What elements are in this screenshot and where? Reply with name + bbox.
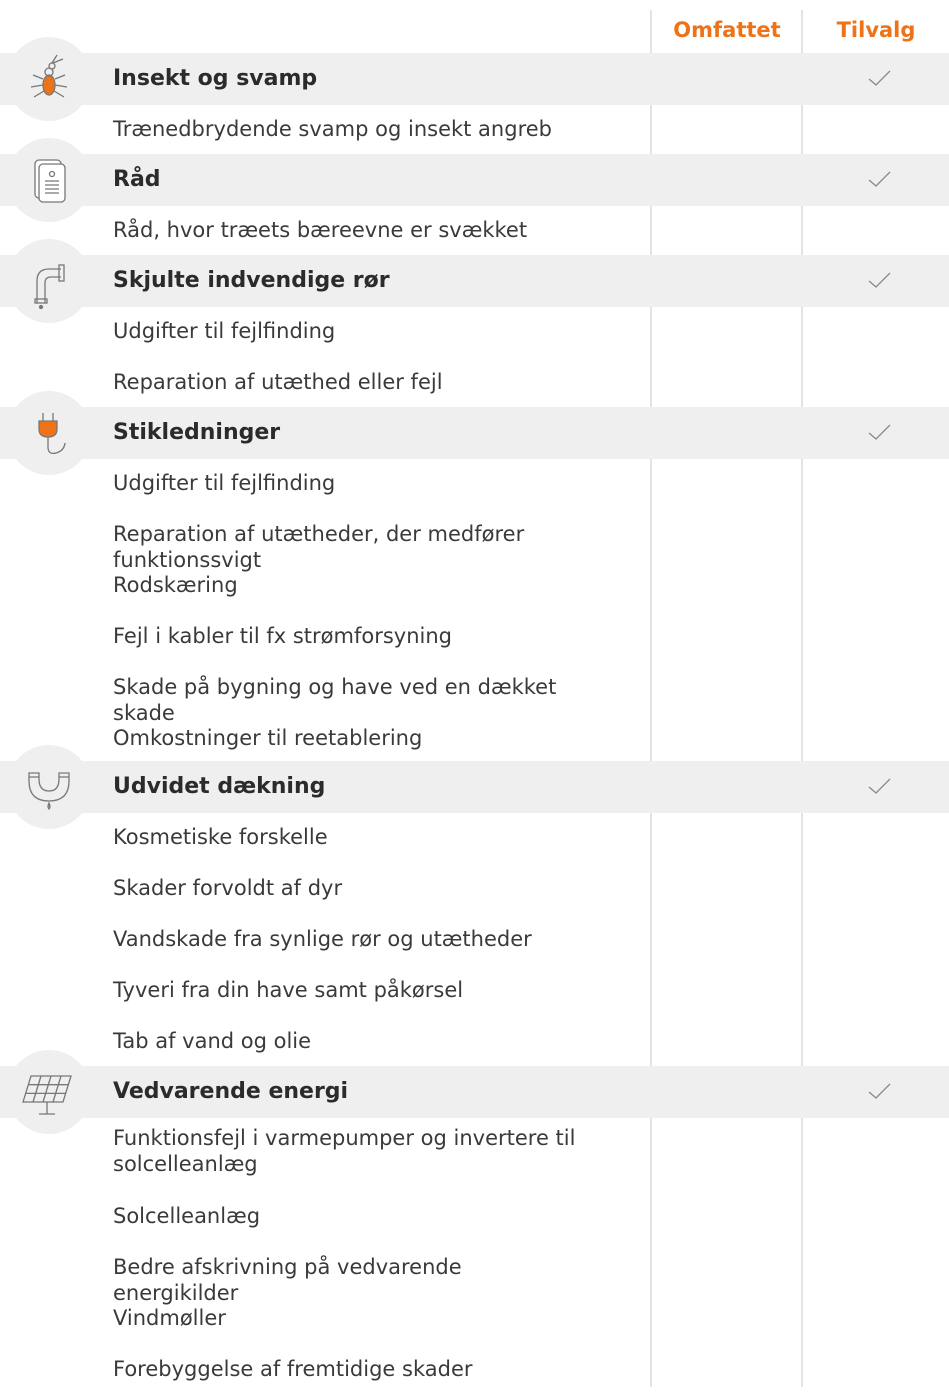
coverage-item-label: Vandskade fra synlige rør og utætheder [113, 927, 532, 951]
coverage-item-label: Tyveri fra din have samt påkørsel [113, 978, 464, 1002]
coverage-item-label: Udgifter til fejlfinding [113, 471, 336, 495]
coverage-item-label: Omkostninger til reetablering [113, 726, 423, 750]
optional-checkmark-icon [868, 424, 891, 440]
coverage-item-label: Rodskæring [113, 573, 238, 597]
optional-checkmark-icon [868, 70, 891, 86]
coverage-item-row: Funktionsfejl i varmepumper og invertere… [0, 1117, 949, 1189]
category-title: Skjulte indvendige rør [113, 268, 390, 293]
category-row: Insekt og svamp [0, 53, 949, 105]
category-title: Vedvarende energi [113, 1079, 349, 1104]
coverage-item-label: Trænedbrydende svamp og insekt angreb [113, 117, 552, 141]
coverage-item-row: Udgifter til fejlfinding [0, 458, 949, 508]
coverage-item-row: Omkostninger til reetablering [0, 713, 949, 763]
category-row: Skjulte indvendige rør [0, 255, 949, 307]
coverage-item-row: Reparation af utætheder, der medfører fu… [0, 509, 949, 572]
coverage-item-label: Reparation af utæthed eller fejl [113, 370, 443, 394]
coverage-item-label: Kosmetiske forskelle [113, 825, 328, 849]
coverage-item-label: Funktionsfejl i varmepumper og invertere… [113, 1126, 576, 1176]
coverage-item-label: Skader forvoldt af dyr [113, 876, 343, 900]
coverage-item-label: Solcelleanlæg [113, 1204, 261, 1228]
coverage-item-label: Vindmøller [113, 1306, 226, 1330]
optional-checkmark-icon [868, 171, 891, 187]
coverage-item-row: Reparation af utæthed eller fejl [0, 357, 949, 407]
optional-checkmark-icon [868, 1083, 891, 1099]
column-header-optional: Tilvalg [836, 18, 916, 42]
optional-checkmark-icon [868, 272, 891, 288]
coverage-item-row: Tab af vand og olie [0, 1016, 949, 1066]
coverage-item-label: Tab af vand og olie [113, 1029, 312, 1053]
coverage-item-row: Kosmetiske forskelle [0, 812, 949, 862]
coverage-item-label: Fejl i kabler til fx strømforsyning [113, 624, 452, 648]
coverage-item-label: Råd, hvor træets bæreevne er svækket [113, 218, 528, 242]
category-title: Udvidet dækning [113, 774, 326, 799]
coverage-item-row: Skade på bygning og have ved en dækket s… [0, 662, 949, 725]
coverage-item-row: Udgifter til fejlfinding [0, 306, 949, 356]
coverage-item-row: Solcelleanlæg [0, 1191, 949, 1241]
coverage-item-row: Tyveri fra din have samt påkørsel [0, 965, 949, 1015]
category-title: Insekt og svamp [113, 66, 318, 91]
coverage-item-row: Råd, hvor træets bæreevne er svækket [0, 205, 949, 255]
coverage-item-label: Forebyggelse af fremtidige skader [113, 1357, 473, 1381]
category-title: Råd [113, 167, 161, 192]
category-row: Råd [0, 154, 949, 206]
category-row: Udvidet dækning [0, 761, 949, 813]
column-header-included: Omfattet [673, 18, 781, 42]
coverage-item-row: Rodskæring [0, 560, 949, 610]
optional-checkmark-icon [868, 778, 891, 794]
category-row: Stikledninger [0, 407, 949, 459]
coverage-item-label: Udgifter til fejlfinding [113, 319, 336, 343]
coverage-item-row: Vandskade fra synlige rør og utætheder [0, 914, 949, 964]
category-row: Vedvarende energi [0, 1066, 949, 1118]
coverage-item-row: Trænedbrydende svamp og insekt angreb [0, 104, 949, 154]
category-title: Stikledninger [113, 420, 281, 445]
coverage-item-row: Skader forvoldt af dyr [0, 863, 949, 913]
coverage-item-row: Bedre afskrivning på vedvarende energiki… [0, 1242, 949, 1305]
coverage-item-row: Vindmøller [0, 1293, 949, 1343]
coverage-item-row: Fejl i kabler til fx strømforsyning [0, 611, 949, 661]
